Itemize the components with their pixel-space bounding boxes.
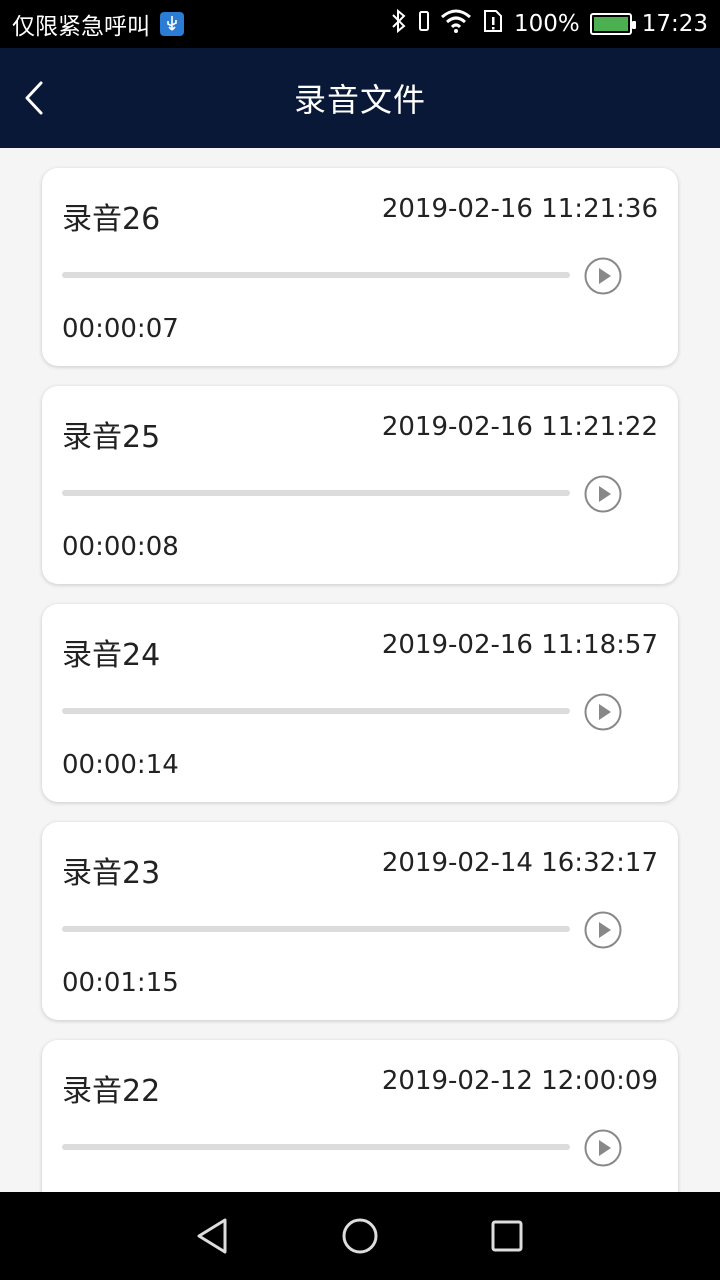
vibrate-icon xyxy=(418,8,430,40)
play-icon[interactable] xyxy=(584,475,622,513)
status-left: 仅限紧急呼叫 xyxy=(12,7,184,41)
recording-date: 2019-02-16 11:21:36 xyxy=(381,194,658,224)
carrier-text: 仅限紧急呼叫 xyxy=(12,14,150,40)
page-title: 录音文件 xyxy=(293,81,426,119)
recents-square-icon xyxy=(491,1220,523,1252)
recording-card[interactable]: 录音26 2019-02-16 11:21:36 00:00:07 xyxy=(42,168,678,366)
recording-card[interactable]: 录音23 2019-02-14 16:32:17 00:01:15 xyxy=(42,822,678,1020)
status-right: 100% 17:23 xyxy=(390,8,708,40)
recording-date: 2019-02-14 16:32:17 xyxy=(381,848,658,878)
nav-home-button[interactable] xyxy=(336,1212,384,1260)
battery-icon xyxy=(589,13,636,35)
bluetooth-icon xyxy=(390,8,408,40)
recording-duration: 00:00:07 xyxy=(62,314,179,344)
playback-progress[interactable] xyxy=(62,926,570,932)
recording-name: 录音24 xyxy=(62,638,161,673)
chevron-left-icon xyxy=(25,81,43,115)
playback-progress[interactable] xyxy=(62,1144,570,1150)
play-icon[interactable] xyxy=(584,1129,622,1167)
playback-progress[interactable] xyxy=(62,490,570,496)
recording-name: 录音23 xyxy=(62,856,161,891)
recording-duration: 00:00:08 xyxy=(62,532,179,562)
play-icon[interactable] xyxy=(584,693,622,731)
recording-card[interactable]: 录音22 2019-02-12 12:00:09 xyxy=(42,1040,678,1192)
recording-name: 录音26 xyxy=(62,202,161,237)
battery-percent: 100% xyxy=(513,11,580,37)
usb-icon xyxy=(160,12,184,36)
sim-alert-icon xyxy=(482,8,504,40)
recording-duration: 00:01:15 xyxy=(62,968,179,998)
nav-recents-button[interactable] xyxy=(483,1212,531,1260)
recording-name: 录音22 xyxy=(62,1074,161,1109)
wifi-icon xyxy=(440,9,472,39)
system-nav-bar xyxy=(0,1192,720,1280)
clock: 17:23 xyxy=(641,11,708,37)
recording-date: 2019-02-16 11:18:57 xyxy=(381,630,658,660)
nav-back-button[interactable] xyxy=(189,1212,237,1260)
app-bar: 录音文件 xyxy=(0,48,720,148)
recording-card[interactable]: 录音24 2019-02-16 11:18:57 00:00:14 xyxy=(42,604,678,802)
recording-list[interactable]: 录音26 2019-02-16 11:21:36 00:00:07 录音25 2… xyxy=(0,148,720,1192)
back-triangle-icon xyxy=(197,1218,227,1254)
status-bar: 仅限紧急呼叫 100% 17:23 xyxy=(0,0,720,48)
home-circle-icon xyxy=(342,1218,378,1254)
recording-date: 2019-02-16 11:21:22 xyxy=(381,412,658,442)
recording-card[interactable]: 录音25 2019-02-16 11:21:22 00:00:08 xyxy=(42,386,678,584)
recording-duration: 00:00:14 xyxy=(62,750,179,780)
play-icon[interactable] xyxy=(584,257,622,295)
back-button[interactable] xyxy=(10,74,58,122)
play-icon[interactable] xyxy=(584,911,622,949)
recording-name: 录音25 xyxy=(62,420,161,455)
playback-progress[interactable] xyxy=(62,708,570,714)
recording-date: 2019-02-12 12:00:09 xyxy=(381,1066,658,1096)
playback-progress[interactable] xyxy=(62,272,570,278)
